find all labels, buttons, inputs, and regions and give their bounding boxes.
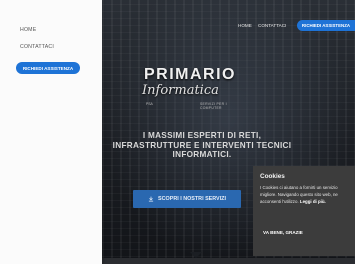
sidebar: HOME CONTATTACI RICHIEDI ASSISTENZA [0,0,102,264]
cookie-read-more-link[interactable]: Leggi di più. [300,199,326,204]
top-richiedi-assistenza-button[interactable]: RICHIEDI ASSISTENZA [297,20,355,31]
scroll-down-notch[interactable] [190,252,202,258]
logo-wordmark: PRIMARIO [144,66,236,83]
logo-script: Informatica [142,83,219,98]
logo-tag: PSA [146,102,153,106]
top-nav-home[interactable]: HOME [238,23,252,28]
sidebar-link-home[interactable]: HOME [20,27,36,33]
scopri-servizi-button[interactable]: SCOPRI I NOSTRI SERVIZI [133,190,241,208]
headline-line-2: INFRASTRUTTURE E INTERVENTI TECNICI [112,140,292,150]
cookie-text: I Cookies ci aiutano a fornirti un servi… [260,184,352,205]
cookie-accept-button[interactable]: VA BENE, GRAZIE [263,230,303,235]
cookie-title: Cookies [260,173,285,180]
headline-line-1: I MASSIMI ESPERTI DI RETI, [142,131,262,140]
sidebar-link-contattaci[interactable]: CONTATTACI [20,44,54,50]
cookie-banner: Cookies I Cookies ci aiutano a fornirti … [253,166,355,256]
logo-subtitle: SERVIZI PER I COMPUTER [200,102,227,110]
sidebar-richiedi-assistenza-button[interactable]: RICHIEDI ASSISTENZA [16,62,80,74]
hero-headline: I MASSIMI ESPERTI DI RETI, INFRASTRUTTUR… [102,131,302,160]
headline-line-3: INFORMATICI. [172,150,232,160]
bottom-bar [102,258,355,264]
cta-label: SCOPRI I NOSTRI SERVIZI [158,196,226,202]
download-icon [148,196,154,202]
primario-informatica-logo[interactable]: PRIMARIO Informatica PSA SERVIZI PER I C… [134,62,244,122]
top-nav-contattaci[interactable]: CONTATTACI [258,23,286,28]
